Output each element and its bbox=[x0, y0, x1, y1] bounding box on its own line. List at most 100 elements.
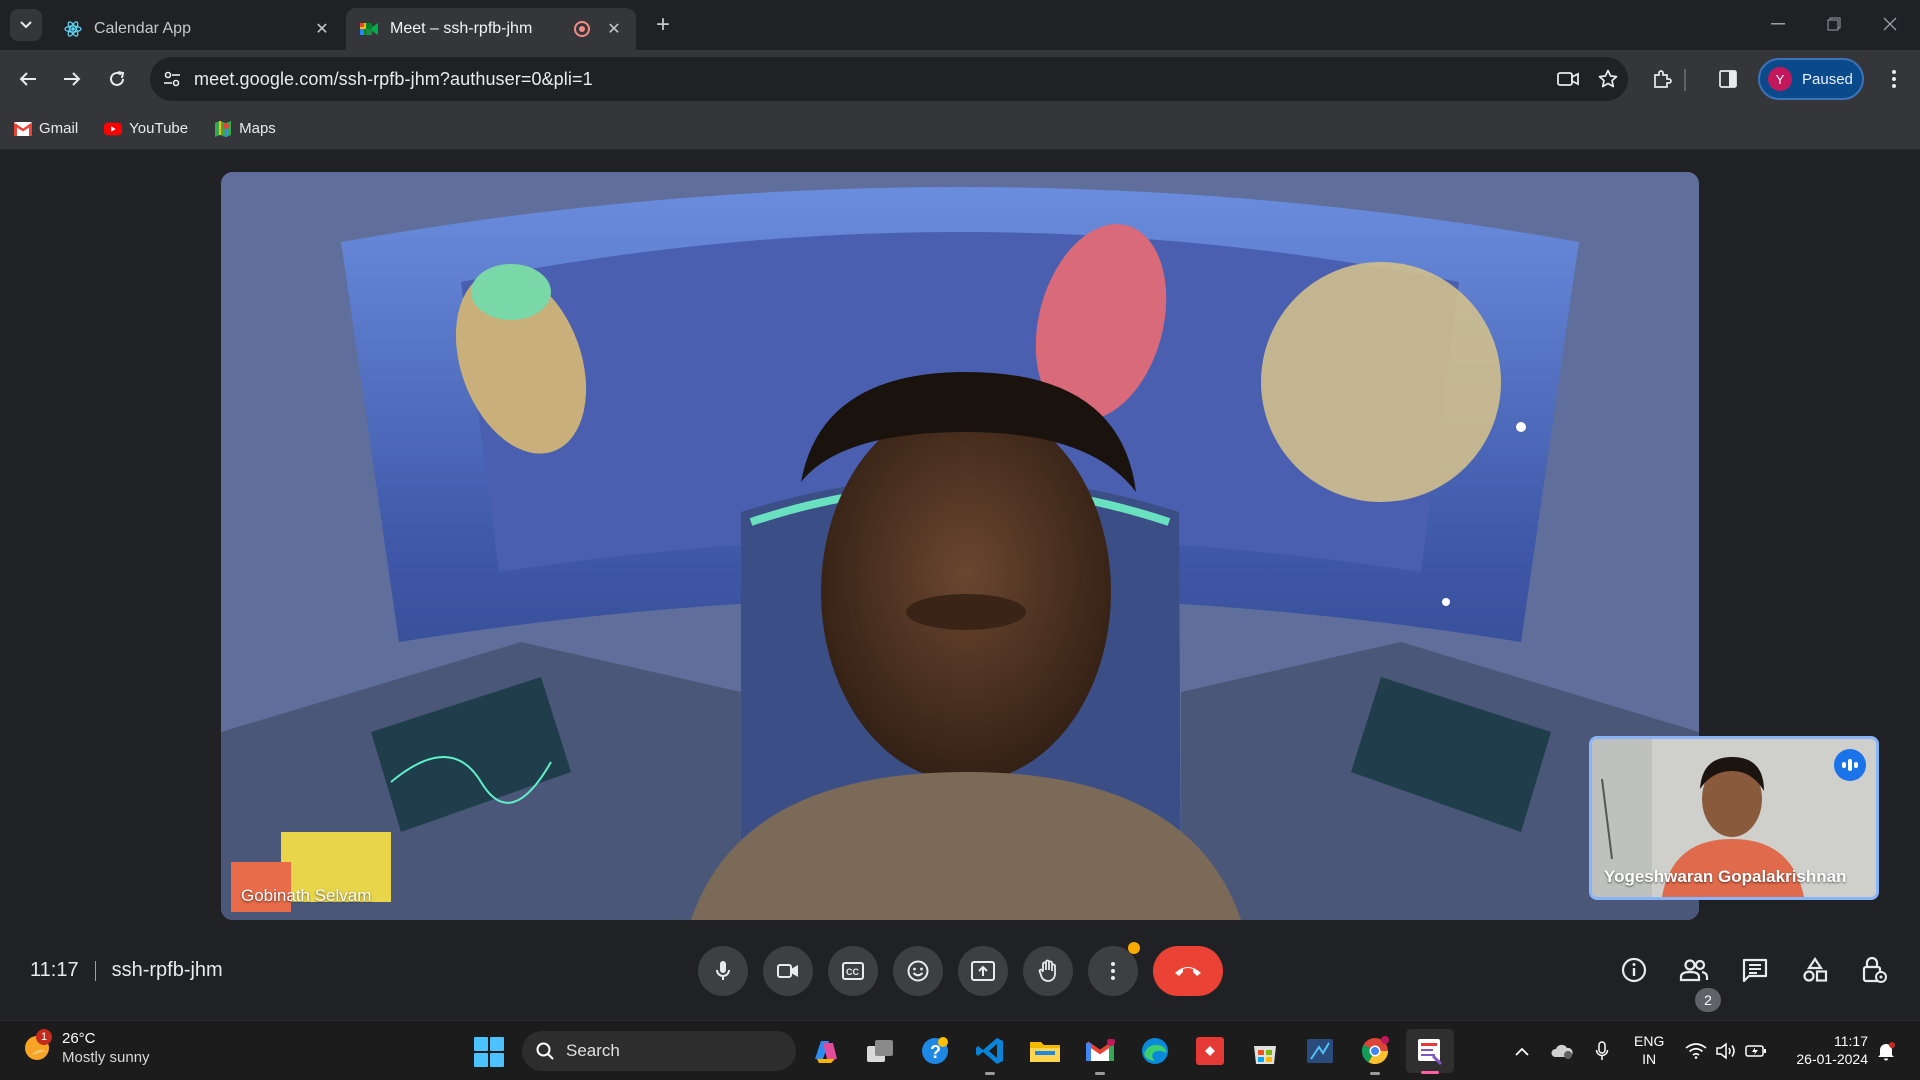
react-icon bbox=[64, 20, 82, 38]
present-button[interactable] bbox=[958, 946, 1008, 996]
snipping-tool-icon[interactable] bbox=[1302, 1033, 1338, 1069]
chevron-up-icon[interactable] bbox=[1508, 1037, 1536, 1065]
reactions-button[interactable] bbox=[893, 946, 943, 996]
language-region: IN bbox=[1642, 1051, 1657, 1067]
url-text: meet.google.com/ssh-rpfb-jhm?authuser=0&… bbox=[194, 68, 593, 89]
meet-stage: Gobinath Selvam Yogeshwaran Gopalakrishn… bbox=[0, 151, 1920, 1019]
onedrive-icon[interactable] bbox=[1548, 1037, 1576, 1065]
mic-icon bbox=[716, 961, 730, 980]
camera-button[interactable] bbox=[763, 946, 813, 996]
meeting-code: ssh-rpfb-jhm bbox=[111, 959, 223, 981]
meet-icon bbox=[360, 20, 378, 38]
divider bbox=[94, 960, 96, 981]
bookmark-label: YouTube bbox=[129, 120, 189, 137]
bookmark-youtube[interactable]: YouTube bbox=[104, 120, 188, 137]
system-clock[interactable]: 11:17 26-01-2024 bbox=[1786, 1032, 1868, 1068]
close-icon[interactable]: ✕ bbox=[604, 19, 624, 39]
store-icon[interactable] bbox=[1247, 1033, 1283, 1069]
copilot-icon[interactable] bbox=[808, 1033, 844, 1069]
chat-button[interactable] bbox=[1737, 952, 1773, 988]
maps-icon bbox=[214, 120, 232, 137]
reload-icon bbox=[110, 71, 125, 86]
side-panel-icon[interactable] bbox=[1712, 63, 1744, 95]
youtube-icon bbox=[104, 122, 123, 136]
hang-up-icon bbox=[1175, 967, 1201, 976]
recording-indicator-icon bbox=[574, 21, 590, 37]
raise-hand-button[interactable] bbox=[1023, 946, 1073, 996]
search-icon bbox=[536, 1042, 554, 1060]
meeting-details-button[interactable] bbox=[1616, 952, 1652, 988]
close-icon[interactable]: ✕ bbox=[312, 19, 332, 39]
taskbar-search[interactable]: Search bbox=[522, 1031, 796, 1071]
self-participant-name: Yogeshwaran Gopalakrishnan bbox=[1604, 867, 1847, 886]
notification-bell-icon[interactable] bbox=[1872, 1037, 1900, 1065]
captions-button[interactable]: CC bbox=[828, 946, 878, 996]
browser-menu-icon[interactable] bbox=[1878, 63, 1910, 95]
input-language[interactable]: ENG IN bbox=[1634, 1032, 1664, 1068]
weather-widget[interactable]: 1 26°C Mostly sunny bbox=[22, 1029, 150, 1067]
tab-calendar-app[interactable]: Calendar App ✕ bbox=[50, 8, 344, 50]
clock-time: 11:17 bbox=[1834, 1033, 1868, 1049]
task-view-icon[interactable] bbox=[862, 1033, 898, 1069]
battery-icon[interactable] bbox=[1742, 1037, 1770, 1065]
participant-name: Gobinath Selvam bbox=[241, 886, 372, 905]
weather-condition: Mostly sunny bbox=[62, 1049, 150, 1066]
chrome-icon[interactable] bbox=[1357, 1033, 1393, 1075]
more-options-button[interactable] bbox=[1088, 942, 1140, 996]
camera-in-use-icon[interactable] bbox=[1548, 59, 1588, 99]
activities-icon bbox=[1803, 957, 1828, 982]
bookmark-maps[interactable]: Maps bbox=[214, 120, 276, 137]
gmail-app-icon[interactable] bbox=[1082, 1033, 1118, 1075]
wifi-icon[interactable] bbox=[1682, 1037, 1710, 1065]
minimize-icon[interactable] bbox=[1766, 12, 1790, 36]
reload-button[interactable] bbox=[101, 63, 133, 95]
address-bar[interactable]: meet.google.com/ssh-rpfb-jhm?authuser=0&… bbox=[150, 57, 1628, 101]
vscode-icon[interactable] bbox=[972, 1033, 1008, 1075]
close-window-icon[interactable] bbox=[1878, 12, 1902, 36]
arrow-right-icon bbox=[64, 72, 81, 86]
gmail-icon bbox=[14, 121, 32, 136]
chat-icon bbox=[1742, 958, 1768, 982]
weather-temperature: 26°C bbox=[62, 1030, 96, 1047]
meeting-time: 11:17 bbox=[30, 959, 79, 981]
restore-icon[interactable] bbox=[1822, 12, 1846, 36]
language-code: ENG bbox=[1634, 1033, 1665, 1049]
microphone-button[interactable] bbox=[698, 946, 748, 996]
emoji-icon bbox=[907, 960, 929, 982]
people-button[interactable] bbox=[1676, 952, 1712, 988]
tab-meet[interactable]: Meet – ssh-rpfb-jhm ✕ bbox=[346, 8, 636, 50]
search-placeholder: Search bbox=[566, 1041, 620, 1060]
meeting-controls-bar: 11:17 ssh-rpfb-jhm CC bbox=[0, 940, 1920, 1020]
bookmark-gmail[interactable]: Gmail bbox=[14, 120, 78, 137]
forward-button[interactable] bbox=[56, 63, 88, 95]
back-button[interactable] bbox=[12, 63, 44, 95]
info-icon bbox=[1621, 957, 1647, 983]
volume-icon[interactable] bbox=[1712, 1037, 1740, 1065]
arrow-left-icon bbox=[19, 72, 36, 86]
anydesk-icon[interactable] bbox=[1192, 1033, 1228, 1069]
meeting-info: 11:17 ssh-rpfb-jhm bbox=[30, 959, 223, 982]
help-app-icon[interactable]: ? bbox=[917, 1033, 953, 1069]
captions-icon: CC bbox=[842, 962, 864, 980]
bookmark-label: Maps bbox=[239, 120, 276, 137]
profile-button[interactable]: Y Paused bbox=[1758, 58, 1864, 100]
leave-call-button[interactable] bbox=[1153, 946, 1223, 996]
main-video-tile[interactable]: Gobinath Selvam bbox=[221, 172, 1699, 920]
microphone-tray-icon[interactable] bbox=[1588, 1037, 1616, 1065]
tab-title: Meet – ssh-rpfb-jhm bbox=[390, 20, 533, 37]
bookmark-star-icon[interactable] bbox=[1588, 59, 1628, 99]
snip-editor-icon[interactable] bbox=[1406, 1029, 1454, 1074]
file-explorer-icon[interactable] bbox=[1027, 1033, 1063, 1069]
people-icon bbox=[1679, 959, 1709, 982]
edge-icon[interactable] bbox=[1137, 1033, 1173, 1069]
browser-toolbar: meet.google.com/ssh-rpfb-jhm?authuser=0&… bbox=[0, 50, 1920, 108]
site-info-icon[interactable] bbox=[150, 57, 194, 101]
tab-search-button[interactable] bbox=[10, 9, 42, 41]
activities-button[interactable] bbox=[1797, 952, 1833, 988]
start-button[interactable] bbox=[474, 1037, 504, 1067]
toolbar-divider bbox=[1684, 69, 1686, 91]
self-video-tile[interactable]: Yogeshwaran Gopalakrishnan bbox=[1589, 736, 1879, 900]
new-tab-button[interactable]: + bbox=[650, 11, 676, 38]
extensions-icon[interactable] bbox=[1646, 63, 1678, 95]
host-controls-button[interactable] bbox=[1857, 952, 1893, 988]
